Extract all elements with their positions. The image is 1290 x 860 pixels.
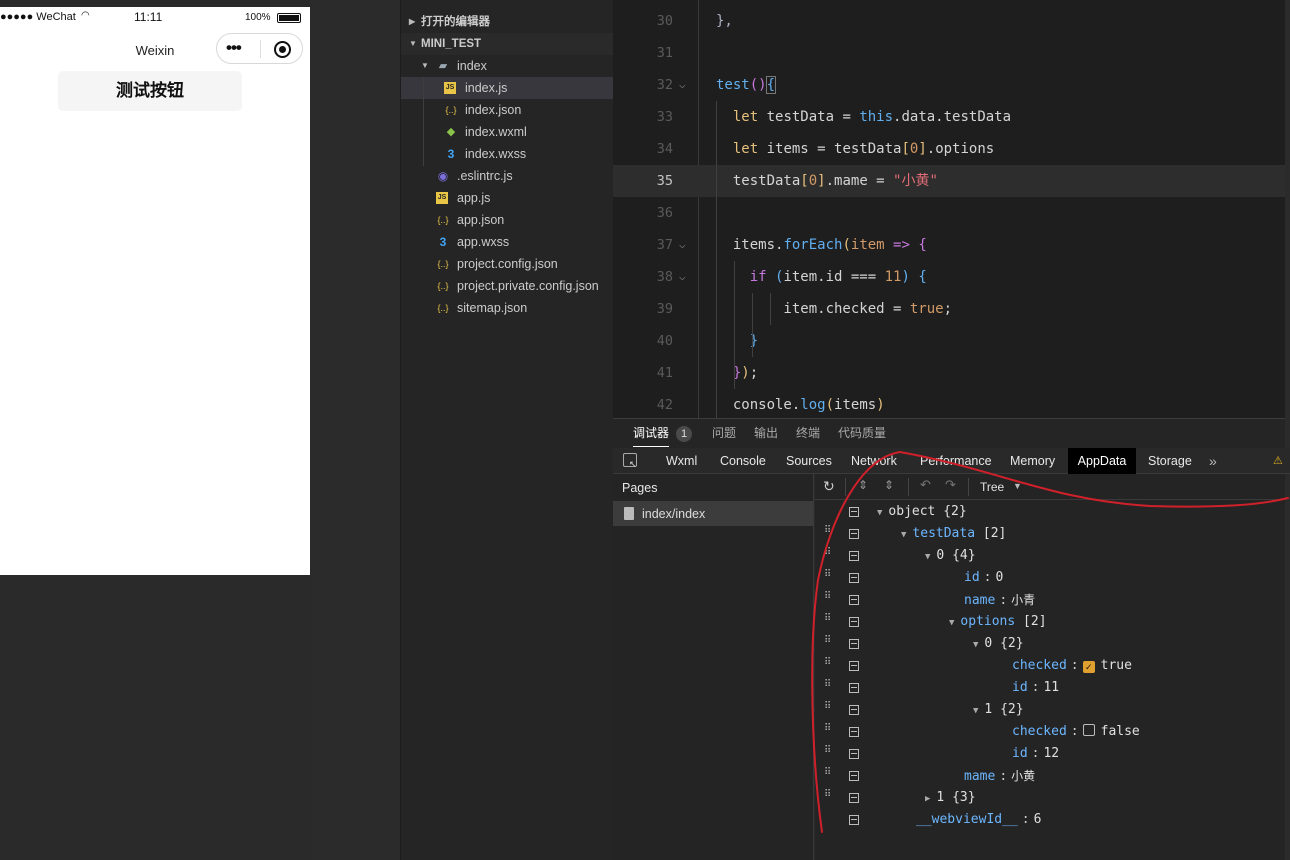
red-annotation-stroke <box>811 451 1289 833</box>
